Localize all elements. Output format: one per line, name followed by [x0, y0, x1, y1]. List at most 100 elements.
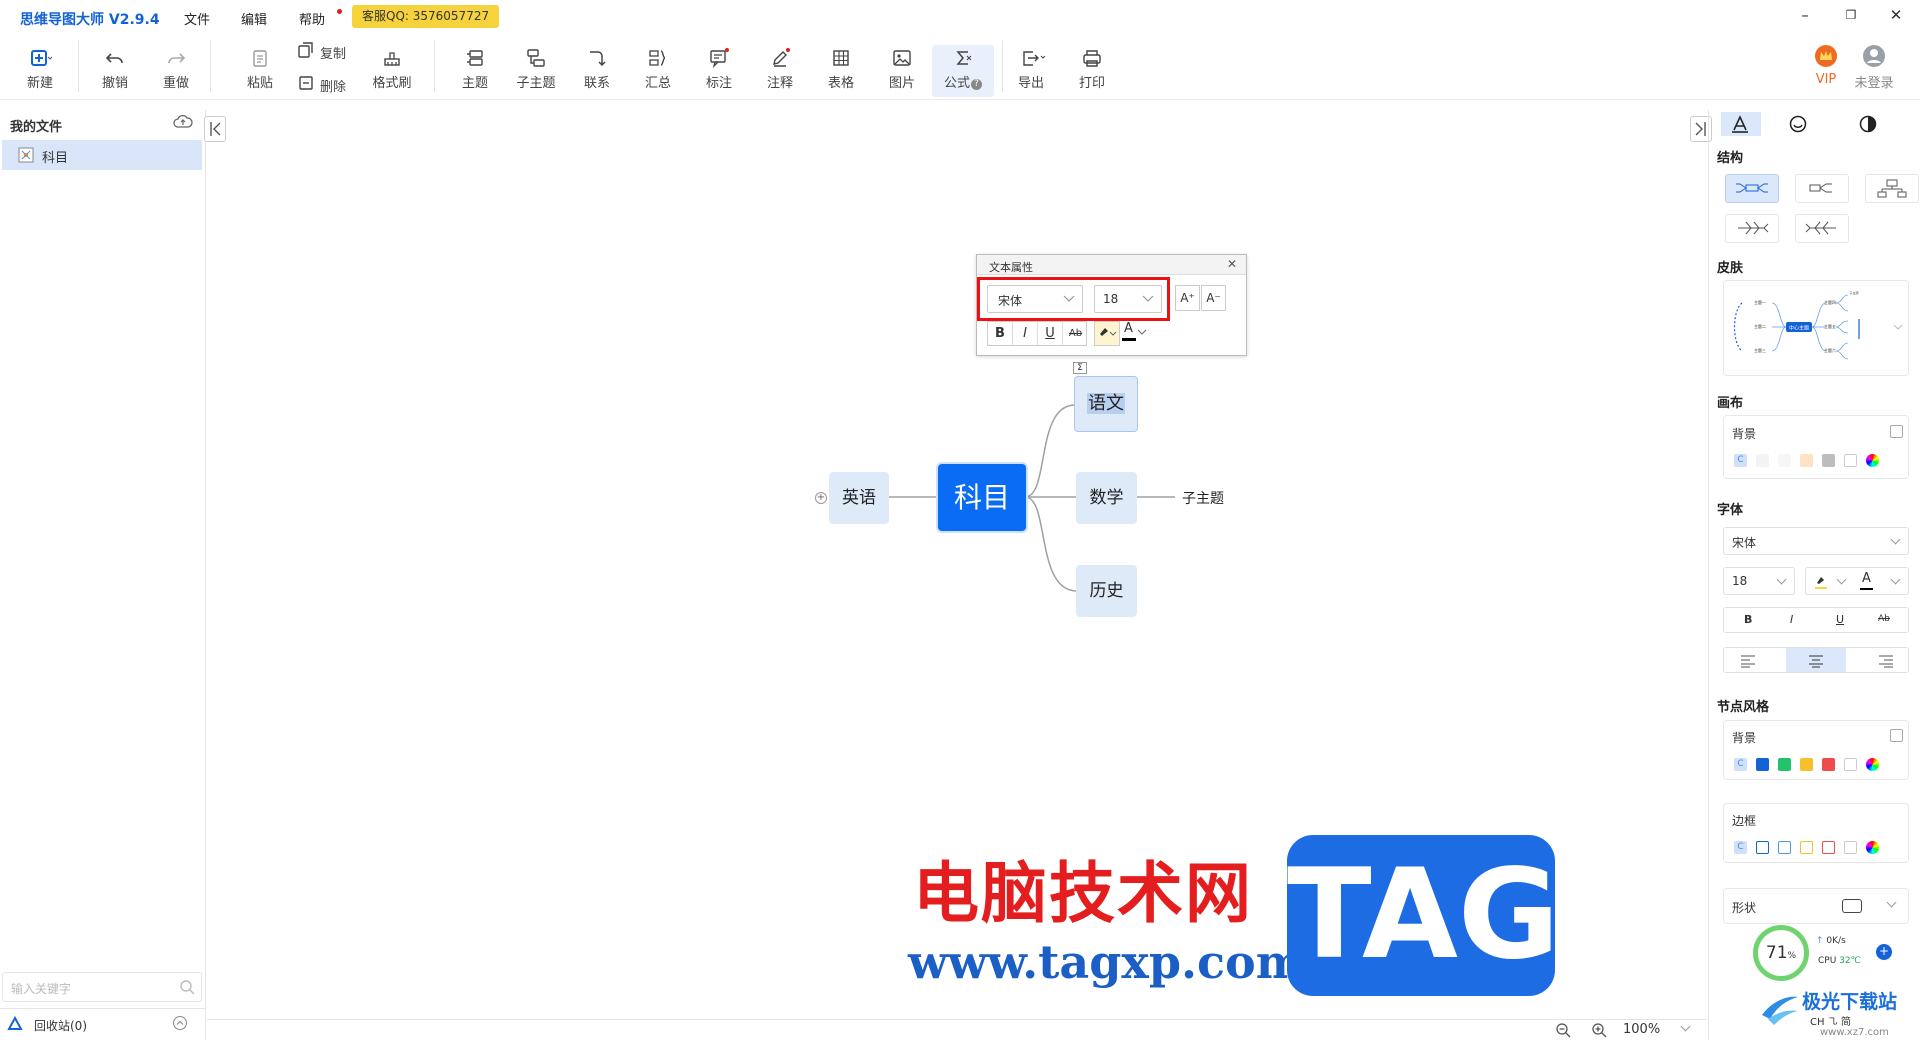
text-properties-dialog: 文本属性 ✕ 宋体 18 A⁺ A⁻ B I U Ab A: [976, 254, 1247, 356]
node-english[interactable]: 英语: [829, 472, 889, 524]
swatch-blue[interactable]: [1756, 758, 1769, 771]
tab-icon-smile[interactable]: [1789, 115, 1807, 133]
skin-preview[interactable]: 中心主题 主题一 主题二 主题三 主题四 主题五 主题六 子主题: [1723, 280, 1909, 376]
color-wheel-icon[interactable]: [1866, 454, 1879, 467]
structure-fishbone-left[interactable]: [1795, 214, 1849, 243]
skin-topic-4: 主题四: [1824, 299, 1836, 305]
chevron-down-icon: [1141, 291, 1155, 308]
font-grow-button[interactable]: A⁺: [1175, 285, 1200, 311]
cpu-label: CPU: [1818, 956, 1837, 966]
expand-plus-icon[interactable]: +: [815, 492, 827, 504]
highlight-color-button[interactable]: [1094, 321, 1120, 346]
border-light-blue[interactable]: [1778, 841, 1791, 854]
font-family-dropdown[interactable]: 宋体: [1723, 527, 1909, 555]
skin-topic-1: 主题一: [1754, 299, 1766, 305]
ime-indicator[interactable]: CH ㇈ 简: [1810, 1013, 1851, 1028]
cpu-meter[interactable]: 71%: [1753, 925, 1809, 981]
net-speed: ↑ 0K/s: [1816, 936, 1846, 946]
italic-button[interactable]: I: [1013, 322, 1038, 345]
node-background-card: 背景 C: [1723, 720, 1909, 780]
highlighter-icon[interactable]: [1814, 574, 1828, 590]
structure-mindmap[interactable]: [1725, 174, 1779, 203]
bold-button[interactable]: B: [988, 322, 1013, 345]
swatch-green[interactable]: [1778, 758, 1791, 771]
font-size-select[interactable]: 18: [1094, 285, 1162, 313]
chevron-down-icon: [1886, 897, 1897, 908]
center-node[interactable]: 科目: [938, 464, 1026, 531]
canvas-background-checkbox[interactable]: [1890, 425, 1903, 438]
italic-button[interactable]: I: [1790, 613, 1793, 626]
bold-button[interactable]: B: [1744, 613, 1752, 626]
skin-heading: 皮肤: [1717, 261, 1744, 276]
border-none[interactable]: [1844, 841, 1857, 854]
node-chinese[interactable]: 语文: [1074, 376, 1138, 432]
skin-topic-2: 主题二: [1754, 323, 1766, 329]
underline-button[interactable]: U: [1038, 322, 1063, 345]
swatch-light-gray[interactable]: [1756, 454, 1769, 467]
font-size-dropdown[interactable]: 18: [1723, 567, 1795, 595]
chevron-down-icon[interactable]: [1836, 574, 1847, 585]
strikethrough-button[interactable]: Ab: [1878, 614, 1890, 624]
border-swatches: C: [1734, 841, 1879, 854]
swatch-gray[interactable]: [1822, 454, 1835, 467]
zoom-out-icon[interactable]: [1555, 1022, 1571, 1038]
swatch-none[interactable]: [1844, 758, 1857, 771]
structure-org[interactable]: [1865, 174, 1919, 203]
strikethrough-button[interactable]: Ab: [1063, 322, 1088, 345]
font-color-button[interactable]: A: [1120, 321, 1150, 346]
structure-mindmap-icon: [1736, 183, 1768, 193]
structure-org-icon: [1877, 179, 1907, 198]
align-right-icon[interactable]: [1878, 654, 1894, 668]
font-shrink-button[interactable]: A⁻: [1201, 285, 1226, 311]
structure-fishbone-right[interactable]: [1725, 214, 1779, 243]
add-widget-icon[interactable]: +: [1876, 944, 1892, 960]
shape-card[interactable]: 形状: [1723, 888, 1909, 924]
color-wheel-icon[interactable]: [1866, 841, 1879, 854]
swatch-peach[interactable]: [1800, 454, 1813, 467]
text-style-group: B I U Ab: [987, 321, 1087, 346]
swatch-custom-icon[interactable]: C: [1734, 758, 1747, 771]
align-left-icon[interactable]: [1740, 654, 1756, 668]
font-family-select[interactable]: 宋体: [987, 285, 1083, 313]
align-center-icon: [1809, 655, 1823, 668]
sigma-small-icon[interactable]: Σ: [1073, 362, 1087, 374]
zoom-in-icon[interactable]: [1591, 1022, 1607, 1038]
font-color-controls: A: [1805, 567, 1909, 595]
font-family-value: 宋体: [998, 294, 1023, 308]
alignment-buttons: [1723, 647, 1909, 673]
border-card: 边框 C: [1723, 803, 1909, 863]
tab-style[interactable]: [1721, 112, 1761, 136]
align-center-active[interactable]: [1786, 648, 1846, 672]
node-subtopic[interactable]: 子主题: [1182, 488, 1224, 508]
font-color-swatch: [1860, 588, 1873, 590]
node-history[interactable]: 历史: [1076, 565, 1137, 617]
chevron-down-icon[interactable]: [1892, 321, 1904, 333]
chevron-down-icon[interactable]: [1890, 574, 1901, 585]
swatch-custom-icon[interactable]: C: [1734, 841, 1747, 854]
node-background-checkbox[interactable]: [1890, 729, 1903, 742]
watermark-cn: 电脑技术网: [913, 855, 1253, 932]
swatch-white[interactable]: [1778, 454, 1791, 467]
net-speed-value: 0K/s: [1826, 936, 1846, 946]
node-chinese-text[interactable]: 语文: [1087, 393, 1125, 414]
color-wheel-icon[interactable]: [1866, 758, 1879, 771]
underline-button[interactable]: U: [1836, 613, 1844, 626]
node-math[interactable]: 数学: [1076, 472, 1137, 524]
border-blue[interactable]: [1756, 841, 1769, 854]
border-red[interactable]: [1822, 841, 1835, 854]
fishbone-icon: [1738, 221, 1769, 235]
swatch-custom-icon[interactable]: C: [1734, 454, 1747, 467]
site-watermark: 极光下载站 CH ㇈ 简 www.xz7.com: [1760, 985, 1920, 1040]
font-color-icon[interactable]: A: [1862, 571, 1871, 586]
skin-preview-graphic: 中心主题 主题一 主题二 主题三 主题四 主题五 主题六 子主题: [1733, 290, 1860, 360]
cpu-percent: 71: [1765, 943, 1788, 963]
text-style-buttons: B I U Ab: [1723, 607, 1909, 633]
structure-logic-right[interactable]: [1795, 174, 1849, 203]
border-yellow[interactable]: [1800, 841, 1813, 854]
swatch-red[interactable]: [1822, 758, 1835, 771]
zoom-level[interactable]: 100%: [1623, 1022, 1660, 1037]
dialog-close-icon[interactable]: ✕: [1227, 257, 1237, 271]
swatch-none[interactable]: [1844, 454, 1857, 467]
tab-theme-icon[interactable]: [1859, 115, 1877, 133]
swatch-yellow[interactable]: [1800, 758, 1813, 771]
